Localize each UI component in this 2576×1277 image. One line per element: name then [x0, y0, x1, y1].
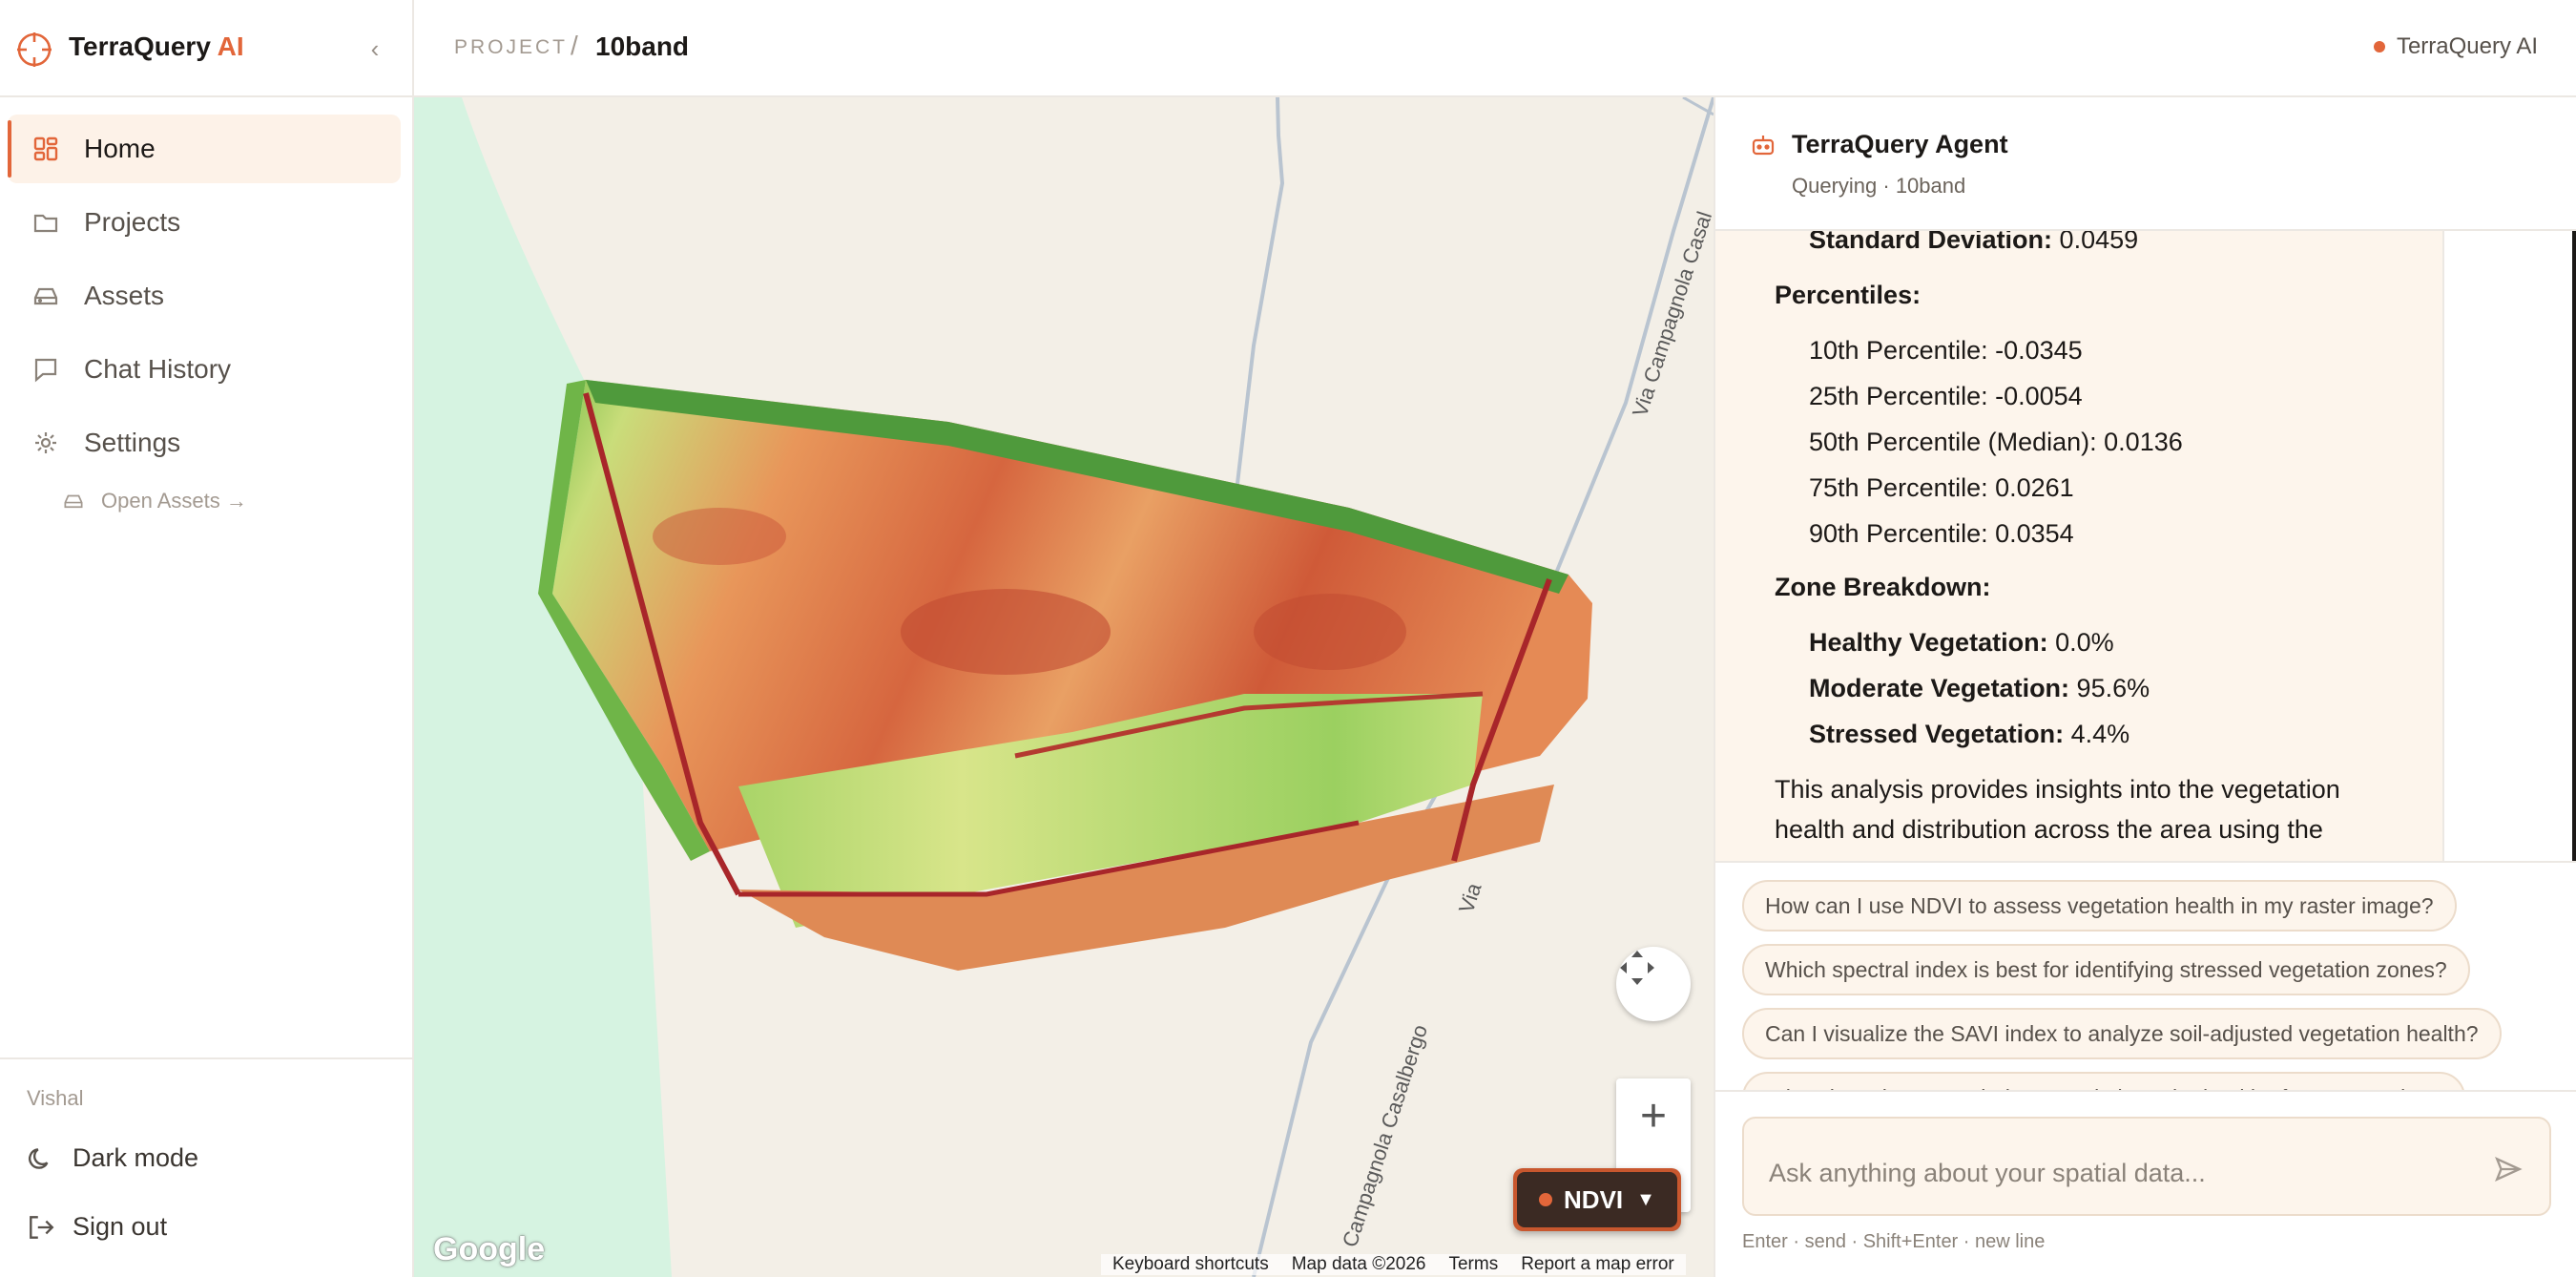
open-assets-link[interactable]: Open Assets → [63, 489, 247, 513]
sidebar-nav: Home Projects Assets Chat History Settin… [8, 115, 401, 482]
sidebar-item-home[interactable]: Home [8, 115, 401, 183]
robot-icon [1752, 136, 1775, 156]
stress-patch [901, 589, 1111, 675]
message-line: 90th Percentile: 0.0354 [1809, 519, 2074, 548]
suggestion-chip[interactable]: How can I use NDVI to assess vegetation … [1742, 880, 2457, 932]
keyboard-shortcuts-link[interactable]: Keyboard shortcuts [1101, 1254, 1280, 1275]
zoom-in-button[interactable]: + [1616, 1078, 1691, 1153]
sidebar-item-label: Chat History [84, 354, 232, 384]
breadcrumb-separator: / [571, 31, 578, 60]
suggestion-chip[interactable]: Can I visualize the SAVI index to analyz… [1742, 1008, 2502, 1059]
message-heading: Zone Breakdown: [1775, 573, 1991, 601]
sidebar-item-projects[interactable]: Projects [8, 188, 401, 257]
brand-header: TerraQuery AI ‹ [0, 0, 412, 97]
suggestion-chip[interactable]: Which spectral index is best for identif… [1742, 944, 2470, 995]
message-line: Standard Deviation: 0.0459 [1809, 231, 2139, 254]
map-data-label: Map data ©2026 [1291, 1254, 1426, 1274]
google-logo: Google [433, 1231, 546, 1267]
breadcrumb-project-label[interactable]: PROJECT [454, 36, 568, 59]
dark-mode-label: Dark mode [73, 1143, 199, 1172]
user-name: Vishal [27, 1086, 84, 1110]
suggestion-chip[interactable]: What does the NDRE index reveal about th… [1742, 1072, 2465, 1090]
road-line [1682, 97, 1714, 116]
composer: Ask anything about your spatial data... … [1715, 1090, 2576, 1277]
stress-patch [1254, 594, 1406, 670]
crosshair-logo-icon [17, 32, 52, 67]
terms-link[interactable]: Terms [1437, 1254, 1509, 1275]
send-icon[interactable] [2494, 1155, 2523, 1183]
sidebar-item-label: Projects [84, 207, 181, 237]
layer-select-button[interactable]: NDVI ▼ [1513, 1168, 1681, 1231]
open-assets-label: Open Assets → [101, 489, 247, 513]
grid-icon [31, 134, 61, 164]
chat-input[interactable]: Ask anything about your spatial data... [1742, 1117, 2551, 1216]
message-line: 10th Percentile: -0.0345 [1809, 336, 2083, 365]
stress-patch [653, 508, 786, 565]
message-line: 50th Percentile (Median): 0.0136 [1809, 428, 2183, 456]
sidebar: TerraQuery AI ‹ Home Projects Assets Cha… [0, 0, 414, 1277]
message-line: Moderate Vegetation: 95.6% [1809, 674, 2150, 702]
sidebar-item-label: Settings [84, 428, 181, 457]
gear-icon [31, 428, 61, 458]
map-attribution: Keyboard shortcuts Map data ©2026 Terms … [1101, 1254, 1686, 1275]
map-canvas [414, 97, 1714, 1277]
status-dot-icon [2373, 41, 2385, 52]
app-badge: TerraQuery AI [2373, 33, 2538, 60]
moon-icon [29, 1147, 49, 1169]
message-heading: Percentiles: [1775, 281, 1922, 309]
dark-mode-button[interactable]: Dark mode [27, 1143, 198, 1173]
chat-scrollbar[interactable] [2572, 231, 2576, 861]
assistant-message: Standard Deviation: 0.0459 Percentiles: … [1715, 231, 2444, 861]
agent-title: TerraQuery Agent [1792, 130, 2008, 158]
agent-status: Querying · 10band [1792, 174, 1966, 198]
sign-out-icon [30, 1215, 54, 1239]
agent-panel: TerraQuery Agent Querying · 10band Stand… [1714, 97, 2576, 1277]
top-header: PROJECT / 10band TerraQuery AI [414, 0, 2576, 97]
sign-out-button[interactable]: Sign out [27, 1212, 167, 1242]
brand-name: TerraQuery AI [69, 31, 244, 61]
map-view[interactable]: Via Campagnola Casal Via Campagnola Casa… [414, 97, 1714, 1277]
road-line [1233, 97, 1285, 509]
folder-icon [31, 207, 61, 238]
sidebar-item-label: Home [84, 134, 156, 163]
sidebar-footer: Vishal Dark mode Sign out [0, 1057, 412, 1241]
message-line: Stressed Vegetation: 4.4% [1809, 720, 2130, 748]
drive-icon [64, 494, 83, 509]
message-line: Healthy Vegetation: 0.0% [1809, 628, 2114, 657]
layer-dot-icon [1539, 1193, 1553, 1206]
message-line: health and distribution across the area … [1775, 815, 2323, 844]
suggestions-area: How can I use NDVI to assess vegetation … [1715, 861, 2576, 1090]
fullscreen-button[interactable] [1616, 947, 1691, 1021]
caret-down-icon: ▼ [1636, 1188, 1655, 1210]
breadcrumb-project-name: 10band [595, 31, 690, 61]
sign-out-label: Sign out [73, 1212, 168, 1241]
collapse-sidebar-icon[interactable]: ‹ [361, 34, 389, 63]
sidebar-item-label: Assets [84, 281, 165, 310]
chat-icon [31, 354, 61, 385]
layer-label: NDVI [1564, 1184, 1624, 1214]
drive-icon [31, 281, 61, 311]
agent-header: TerraQuery Agent Querying · 10band [1715, 97, 2576, 231]
report-error-link[interactable]: Report a map error [1509, 1254, 1686, 1275]
sidebar-item-assets[interactable]: Assets [8, 262, 401, 330]
chat-scroll-area[interactable]: Standard Deviation: 0.0459 Percentiles: … [1715, 231, 2576, 861]
sidebar-item-chat-history[interactable]: Chat History [8, 335, 401, 404]
message-line: This analysis provides insights into the… [1775, 775, 2340, 804]
chat-input-placeholder: Ask anything about your spatial data... [1769, 1159, 2206, 1187]
sidebar-item-settings[interactable]: Settings [8, 408, 401, 477]
fullscreen-arrows-icon [1620, 951, 1654, 985]
message-line: 75th Percentile: 0.0261 [1809, 473, 2074, 502]
message-line: 25th Percentile: -0.0054 [1809, 382, 2083, 410]
composer-hint: Enter · send · Shift+Enter · new line [1742, 1231, 2046, 1252]
